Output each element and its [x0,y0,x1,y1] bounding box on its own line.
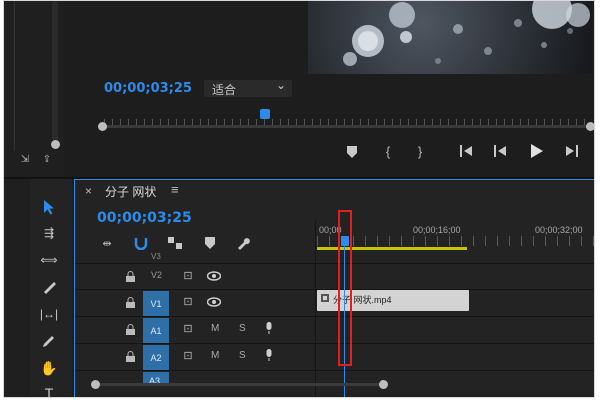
pen-tool-icon[interactable] [38,330,60,352]
selection-tool-icon[interactable] [38,196,60,218]
slip-tool-icon[interactable]: |↔| [38,303,60,325]
mute-button[interactable]: M [211,323,219,334]
track-target-a2[interactable]: A2 [143,345,169,370]
lock-icon[interactable] [125,323,135,335]
hand-tool-icon[interactable]: ✋ [38,357,60,379]
timeline-scroll-track[interactable] [95,383,385,386]
sync-lock-icon[interactable]: ⊡ [181,321,195,335]
ruler-label-2: 00;00;32;00 [535,225,583,235]
tools-panel: ⇶ ⟺ |↔| ✋ T [30,179,72,397]
timeline-scroll-left-handle[interactable] [91,380,100,389]
play-icon[interactable] [530,143,544,159]
ripple-edit-tool-icon[interactable]: ⟺ [38,249,60,271]
sync-lock-icon[interactable]: ⊡ [181,348,195,362]
step-forward-icon[interactable] [564,144,578,158]
scroll-thumb[interactable] [51,140,60,149]
mute-button[interactable]: M [211,350,219,361]
premiere-window: ⇲ ⇪ 00;00;03;25 适合 ⌄ {} ⇶ ⟺ |↔| ✋ T × 分… [3,0,595,398]
microphone-icon[interactable] [263,348,275,362]
timeline-scroll-right-handle[interactable] [379,380,388,389]
lock-icon[interactable] [125,270,135,282]
solo-button[interactable]: S [239,350,246,361]
eye-icon[interactable] [207,270,221,282]
time-ruler[interactable] [317,236,594,246]
add-marker-icon[interactable] [203,236,217,250]
timeline-tab[interactable]: 分子 网状 [105,183,156,200]
fx-badge-icon [321,294,329,302]
list-view-icon[interactable]: ⇲ [18,153,32,165]
microphone-icon[interactable] [263,321,275,335]
track-target-v1[interactable]: V1 [143,291,169,316]
program-scroll-track[interactable] [102,125,592,128]
type-tool-icon[interactable]: T [38,382,60,397]
track-label-v3: V3 [151,252,161,261]
program-monitor: 00;00;03;25 适合 ⌄ { } [64,1,594,177]
program-timecode[interactable]: 00;00;03;25 [104,81,192,96]
track-label-a1: A1 [150,325,162,336]
timeline-panel: × 分子 网状 ≡ 00;00;03;25 ⇹ V3 V2 ⊡ V1 ⊡ A1 … [74,179,594,397]
program-playhead[interactable] [260,109,270,119]
wrench-icon[interactable] [235,235,251,251]
left-edge-panel [4,179,30,397]
program-scroll-right-handle[interactable] [586,122,594,131]
track-select-tool-icon[interactable]: ⇶ [38,222,60,244]
lock-icon[interactable] [125,296,135,308]
fit-dropdown[interactable]: 适合 ⌄ [204,78,292,97]
program-scroll-left-handle[interactable] [98,122,107,131]
highlight-box [338,210,352,366]
lock-icon[interactable] [125,350,135,362]
project-scrollbar[interactable] [52,1,58,143]
go-to-in-icon[interactable] [460,144,474,158]
panel-menu-icon[interactable]: ≡ [171,182,179,197]
chevron-down-icon: ⌄ [275,78,286,92]
export-icon[interactable]: ⇪ [40,153,54,165]
track-label-v2[interactable]: V2 [151,270,162,280]
razor-tool-icon[interactable] [38,276,60,298]
video-preview [308,1,592,74]
preview-image [343,1,590,66]
track-label-a2: A2 [150,352,162,363]
add-marker-icon[interactable] [346,145,358,159]
project-panel: ⇲ ⇪ [4,1,64,177]
fit-label: 适合 [212,83,237,97]
solo-button[interactable]: S [239,323,246,334]
mark-out-icon[interactable]: } [414,143,426,159]
ruler-label-1: 00;00;16;00 [413,225,461,235]
track-target-a1[interactable]: A1 [143,318,169,343]
track-label-v1: V1 [150,298,162,309]
snap-icon[interactable] [133,235,149,251]
header-divider [315,220,316,397]
mark-in-icon[interactable]: { [382,143,394,159]
close-tab-icon[interactable]: × [85,184,92,198]
step-back-icon[interactable] [494,144,508,158]
timeline-timecode[interactable]: 00;00;03;25 [97,210,192,226]
linked-selection-icon[interactable] [167,236,183,250]
sync-lock-icon[interactable]: ⊡ [181,268,195,282]
eye-icon[interactable] [207,296,221,308]
nest-sequence-icon[interactable]: ⇹ [99,236,115,250]
sync-lock-icon[interactable]: ⊡ [181,294,195,308]
